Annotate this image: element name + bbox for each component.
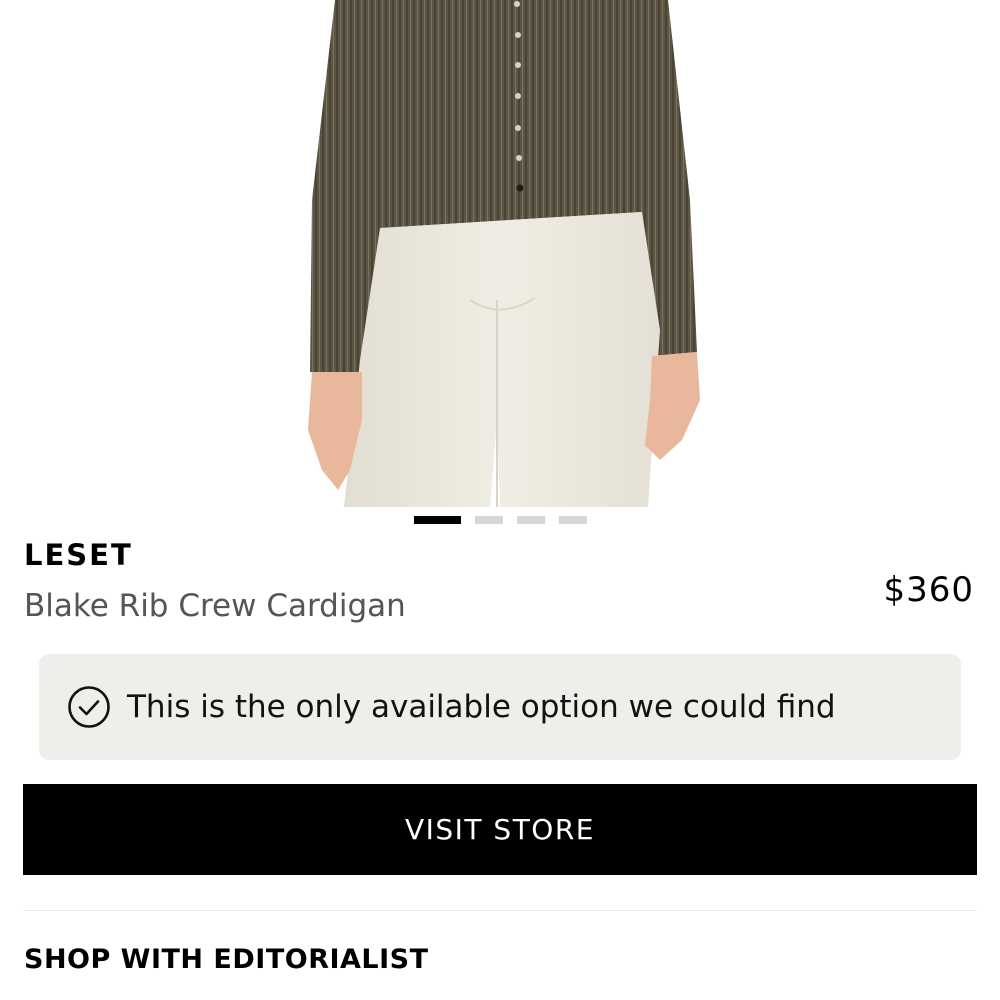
product-photo — [308, 0, 700, 507]
shop-with-editorialist-heading: SHOP WITH EDITORIALIST — [24, 944, 429, 975]
carousel-dot[interactable] — [558, 516, 587, 524]
product-page: LESET Blake Rib Crew Cardigan $360 This … — [0, 0, 1000, 1000]
section-divider — [23, 910, 977, 911]
visit-store-button[interactable]: VISIT STORE — [23, 784, 977, 875]
check-circle-icon — [68, 686, 110, 728]
brand-name[interactable]: LESET — [24, 538, 133, 572]
carousel-dot[interactable] — [413, 516, 461, 524]
product-image[interactable] — [0, 0, 1000, 507]
image-carousel-indicators — [0, 516, 1000, 526]
availability-notice-text: This is the only available option we cou… — [127, 689, 836, 725]
product-price: $360 — [883, 570, 974, 610]
availability-notice: This is the only available option we cou… — [39, 654, 961, 760]
product-name: Blake Rib Crew Cardigan — [24, 588, 406, 624]
carousel-dot[interactable] — [516, 516, 545, 524]
carousel-dot[interactable] — [474, 516, 503, 524]
